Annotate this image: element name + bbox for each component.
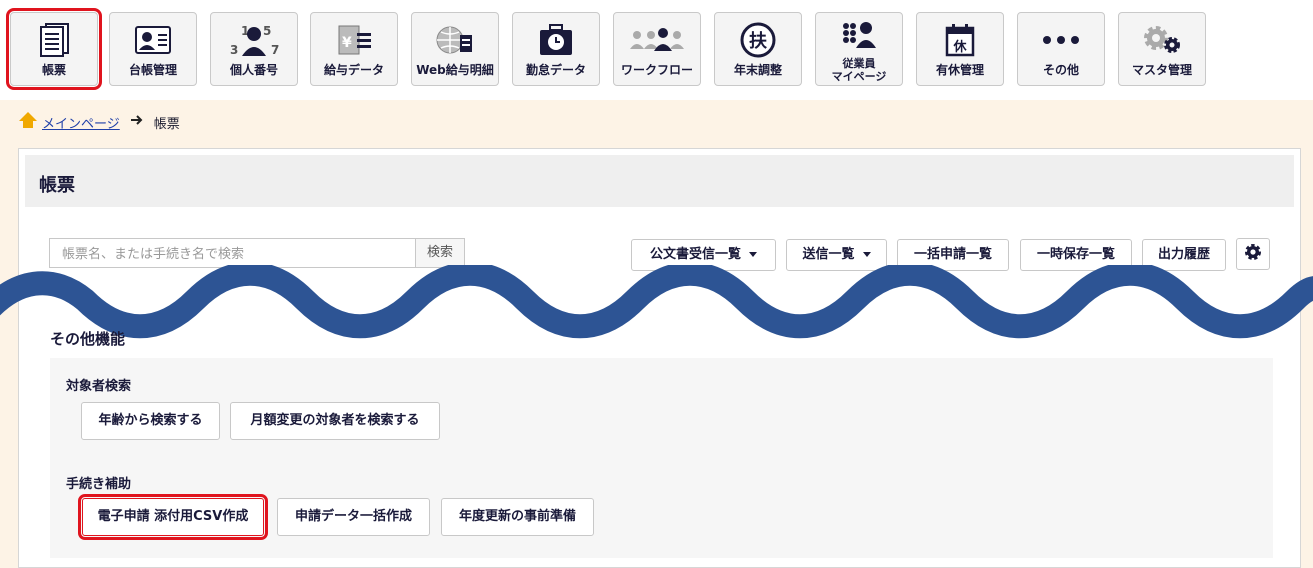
other-functions-title: その他機能 <box>50 330 126 348</box>
annual-prep-button[interactable]: 年度更新の事前準備 <box>441 498 594 536</box>
calendar-rest-icon: 休 <box>917 21 1003 59</box>
search-button[interactable]: 検索 <box>415 239 464 267</box>
top-nav: 帳票 台帳管理 1537 個人番号 ¥ 給与データ Web給与明細 勤怠データ <box>0 0 1313 100</box>
other-functions-panel: 対象者検索 年齢から検索する 月額変更の対象者を検索する 手続き補助 電子申請 … <box>50 358 1273 558</box>
nav-salary-button[interactable]: ¥ 給与データ <box>310 12 398 86</box>
target-search-title: 対象者検索 <box>66 379 132 394</box>
nav-label: 給与データ <box>323 63 384 77</box>
official-docs-label: 公文書受信一覧 <box>649 247 741 262</box>
nav-web-payslip-button[interactable]: Web給与明細 <box>411 12 499 86</box>
gears-icon <box>1119 21 1205 59</box>
nav-label: 台帳管理 <box>128 63 177 77</box>
home-icon <box>18 111 38 133</box>
search-by-age-button[interactable]: 年齢から検索する <box>81 402 220 440</box>
breadcrumb-home-link[interactable]: メインページ <box>42 113 120 132</box>
clock-briefcase-icon <box>513 21 599 59</box>
nav-label: 従業員 マイページ <box>831 57 887 83</box>
caret-down-icon <box>862 252 871 257</box>
nav-label: マスタ管理 <box>1131 63 1192 77</box>
nav-label: その他 <box>1042 63 1079 77</box>
breadcrumb: メインページ 帳票 <box>18 112 180 132</box>
document-list-icon <box>11 21 97 59</box>
batch-create-button[interactable]: 申請データ一括作成 <box>277 498 430 536</box>
search-input[interactable] <box>60 244 414 264</box>
wave-separator <box>0 265 1313 339</box>
person-number-icon: 1537 <box>211 21 297 59</box>
nav-paid-leave-button[interactable]: 休 有休管理 <box>916 12 1004 86</box>
arrow-right-icon <box>130 114 144 130</box>
yen-document-icon: ¥ <box>311 21 397 59</box>
nav-ledger-button[interactable]: 台帳管理 <box>109 12 197 86</box>
people-flow-icon <box>614 21 700 59</box>
svg-text:¥: ¥ <box>342 35 352 51</box>
gear-icon <box>1243 242 1263 266</box>
nav-label: 個人番号 <box>229 63 278 77</box>
more-dots-icon <box>1018 21 1104 59</box>
panel-header: 帳票 <box>25 155 1294 207</box>
sent-list-label: 送信一覧 <box>802 247 855 262</box>
employee-icon <box>816 19 902 51</box>
svg-text:3: 3 <box>230 43 238 57</box>
procedure-help-title: 手続き補助 <box>66 477 132 492</box>
nav-master-button[interactable]: マスタ管理 <box>1118 12 1206 86</box>
monthly-change-search-button[interactable]: 月額変更の対象者を検索する <box>230 402 440 440</box>
nav-employee-mypage-button[interactable]: 従業員 マイページ <box>815 12 903 86</box>
nav-forms-button[interactable]: 帳票 <box>6 8 102 90</box>
fu-circle-icon: 扶 <box>715 21 801 59</box>
page-title: 帳票 <box>39 175 75 196</box>
id-card-icon <box>110 21 196 59</box>
nav-label: ワークフロー <box>620 63 693 77</box>
caret-down-icon <box>749 252 757 257</box>
nav-label: 帳票 <box>41 63 66 77</box>
nav-label: 有休管理 <box>935 63 984 77</box>
nav-label: Web給与明細 <box>416 63 494 77</box>
breadcrumb-current: 帳票 <box>153 116 180 132</box>
search-box: 検索 <box>49 238 465 268</box>
nav-other-button[interactable]: その他 <box>1017 12 1105 86</box>
svg-text:5: 5 <box>263 24 271 38</box>
nav-attendance-button[interactable]: 勤怠データ <box>512 12 600 86</box>
nav-workflow-button[interactable]: ワークフロー <box>613 12 701 86</box>
nav-label: 年末調整 <box>733 63 782 77</box>
csv-create-button[interactable]: 電子申請 添付用CSV作成 <box>78 494 268 540</box>
globe-document-icon <box>412 21 498 59</box>
nav-label: 勤怠データ <box>525 63 586 77</box>
nav-year-end-button[interactable]: 扶 年末調整 <box>714 12 802 86</box>
svg-text:休: 休 <box>952 39 967 55</box>
nav-mynumber-button[interactable]: 1537 個人番号 <box>210 12 298 86</box>
svg-text:7: 7 <box>271 43 279 57</box>
svg-text:扶: 扶 <box>749 30 768 52</box>
